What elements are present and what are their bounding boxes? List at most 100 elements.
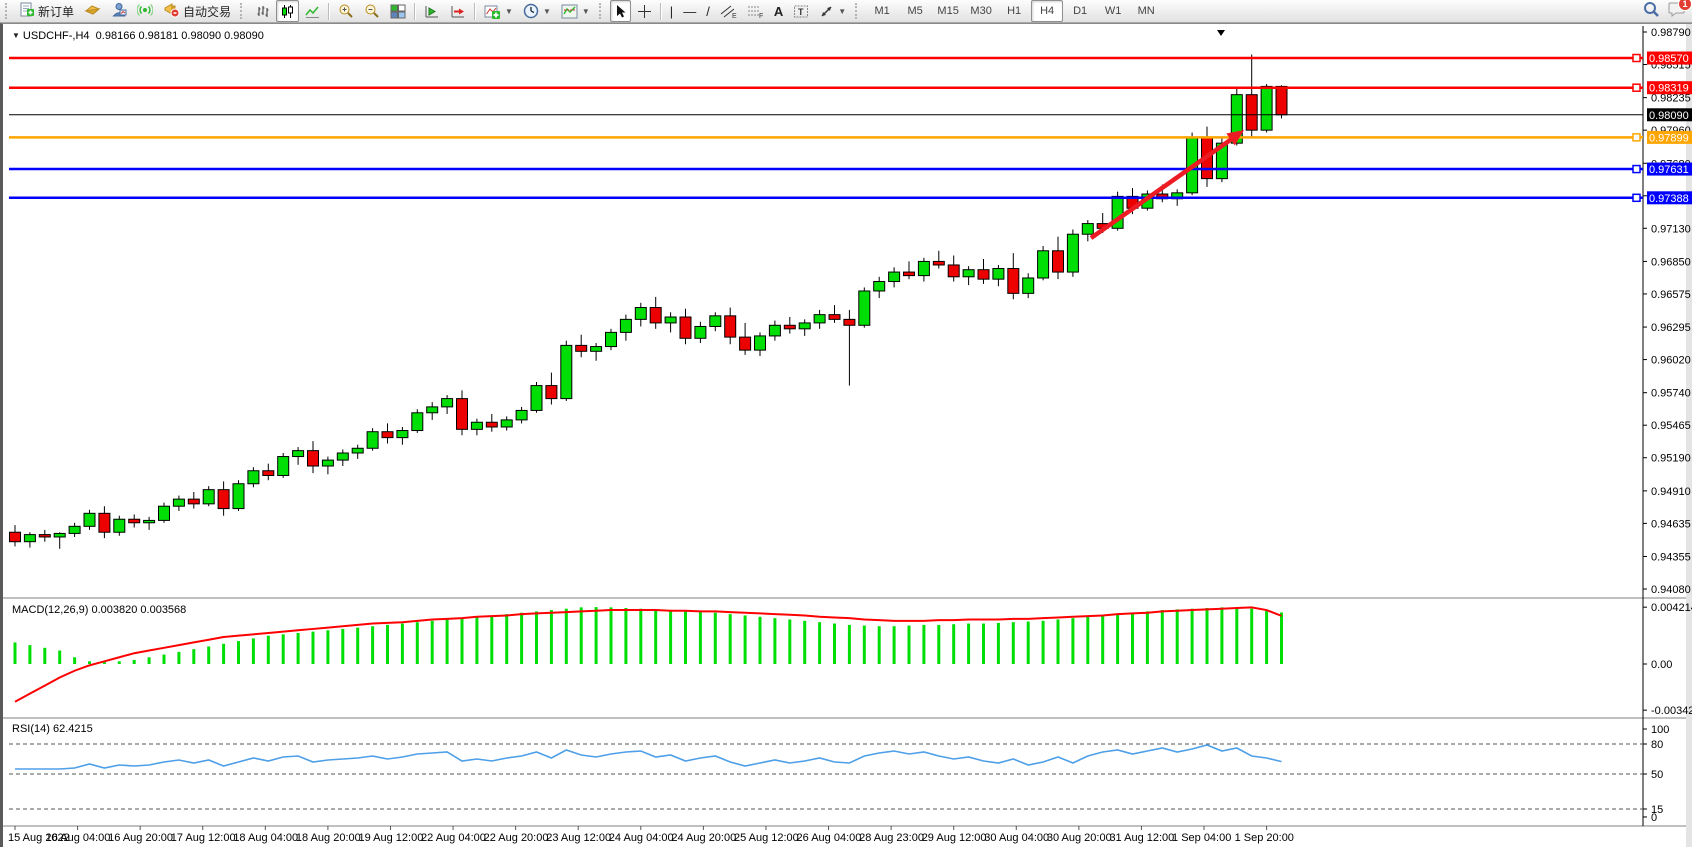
fibonacci-tool-button[interactable]: F [743, 0, 768, 22]
horizontal-line-icon: — [683, 5, 696, 18]
hline-handle[interactable] [1633, 134, 1640, 141]
hline-handle[interactable] [1633, 166, 1640, 173]
top-toolbar: 新订单 自动交易 [0, 0, 1692, 23]
chart-window[interactable]: 0.987900.985150.982350.979600.976800.974… [0, 23, 1692, 847]
candle-body [1008, 269, 1019, 294]
zoom-out-button[interactable] [360, 0, 384, 22]
navigator-button[interactable] [107, 0, 131, 22]
bar-chart-button[interactable] [251, 0, 274, 22]
candle-body [1023, 278, 1034, 293]
crosshair-icon [637, 4, 652, 19]
macd-histogram-bar [1042, 621, 1045, 664]
bar-chart-icon [255, 4, 270, 19]
macd-histogram-bar [893, 626, 896, 664]
signals-button[interactable] [133, 0, 157, 22]
macd-histogram-bar [863, 626, 866, 664]
candle-body [457, 399, 468, 430]
search-icon[interactable] [1643, 1, 1660, 23]
price-tag-label: 0.97631 [1649, 164, 1689, 176]
crosshair-tool-button[interactable] [633, 0, 656, 22]
line-chart-button[interactable] [301, 0, 324, 22]
candle-body [322, 460, 333, 466]
notifications-button[interactable]: 1 [1668, 1, 1686, 22]
candle-body [1276, 86, 1287, 114]
vertical-line-tool-button[interactable]: | [666, 0, 677, 22]
indicators-button[interactable]: ▼ [480, 0, 517, 22]
periods-button[interactable]: ▼ [519, 0, 555, 22]
fibonacci-icon: F [747, 4, 764, 19]
candle-body [352, 448, 363, 453]
dropdown-arrow-icon: ▼ [582, 7, 590, 16]
text-label-tool-button[interactable]: T [789, 0, 813, 22]
candle-body [129, 519, 140, 523]
time-tick-label: 19 Aug 12:00 [358, 832, 423, 844]
axis-tick-label: 0.96850 [1651, 256, 1691, 268]
timeframe-button-m15[interactable]: M15 [932, 0, 964, 22]
price-tag-label: 0.97899 [1649, 132, 1689, 144]
time-tick-label: 18 Aug 04:00 [233, 832, 298, 844]
candle-body [412, 413, 423, 431]
zoom-in-button[interactable] [334, 0, 358, 22]
macd-histogram-bar [908, 626, 911, 664]
timeframe-button-m30[interactable]: M30 [965, 0, 997, 22]
timeframe-button-h1[interactable]: H1 [998, 0, 1030, 22]
candle-body [516, 410, 527, 419]
zoom-out-icon [364, 3, 380, 19]
timeframe-button-d1[interactable]: D1 [1064, 0, 1096, 22]
indicators-icon [484, 4, 501, 19]
timeframe-button-m5[interactable]: M5 [899, 0, 931, 22]
price-tag-label: 0.98090 [1649, 110, 1689, 122]
chart-background [3, 24, 1692, 847]
equidistant-channel-tool-button[interactable]: E [716, 0, 741, 22]
text-tool-button[interactable]: A [770, 0, 787, 22]
candle-body [650, 308, 661, 323]
macd-histogram-bar [14, 642, 17, 664]
candle-body [531, 386, 542, 411]
candle-body [874, 282, 885, 291]
candle-body [367, 432, 378, 449]
time-tick-label: 1 Sep 20:00 [1235, 832, 1294, 844]
new-order-button[interactable]: 新订单 [16, 0, 78, 22]
hline-handle[interactable] [1633, 55, 1640, 62]
price-chart[interactable]: 0.987900.985150.982350.979600.976800.974… [3, 24, 1692, 847]
macd-histogram-bar [550, 610, 553, 664]
horizontal-line-tool-button[interactable]: — [679, 0, 700, 22]
time-tick-label: 18 Aug 20:00 [296, 832, 361, 844]
axis-tick-label: 0.96575 [1651, 289, 1691, 301]
candle-body [844, 319, 855, 325]
macd-histogram-bar [1131, 613, 1134, 664]
candlestick-chart-button[interactable] [276, 0, 299, 22]
tile-windows-button[interactable] [386, 0, 410, 22]
time-tick-label: 24 Aug 04:00 [609, 832, 674, 844]
candle-body [144, 520, 155, 522]
candle-body [606, 332, 617, 346]
time-tick-label: 16 Aug 20:00 [108, 832, 173, 844]
timeframe-button-m1[interactable]: M1 [866, 0, 898, 22]
auto-scroll-button[interactable] [420, 0, 444, 22]
chart-shift-button[interactable] [446, 0, 470, 22]
trendline-icon: / [706, 5, 710, 18]
timeframe-button-mn[interactable]: MN [1130, 0, 1162, 22]
cursor-icon [614, 4, 627, 19]
hline-handle[interactable] [1633, 84, 1640, 91]
time-tick-label: 22 Aug 04:00 [421, 832, 486, 844]
templates-button[interactable]: ▼ [557, 0, 594, 22]
candle-body [918, 261, 929, 275]
macd-histogram-bar [133, 660, 136, 664]
arrows-tool-button[interactable]: ▼ [815, 0, 850, 22]
macd-histogram-bar [1027, 622, 1030, 664]
trendline-tool-button[interactable]: / [702, 0, 714, 22]
text-label-icon: T [793, 4, 809, 19]
candle-body [337, 453, 348, 460]
macd-indicator-label: MACD(12,26,9) 0.003820 0.003568 [12, 604, 186, 616]
hline-handle[interactable] [1633, 194, 1640, 201]
market-watch-button[interactable] [80, 0, 105, 22]
chart-symbol-label[interactable]: ▼USDCHF-,H4 0.98166 0.98181 0.98090 0.98… [12, 30, 264, 42]
auto-trading-button[interactable]: 自动交易 [159, 0, 235, 22]
timeframe-button-w1[interactable]: W1 [1097, 0, 1129, 22]
axis-tick-label: 0.004214 [1651, 602, 1692, 614]
macd-histogram-bar [1146, 611, 1149, 664]
candle-body [24, 535, 35, 542]
timeframe-button-h4[interactable]: H4 [1031, 0, 1063, 22]
cursor-tool-button[interactable] [610, 0, 631, 22]
